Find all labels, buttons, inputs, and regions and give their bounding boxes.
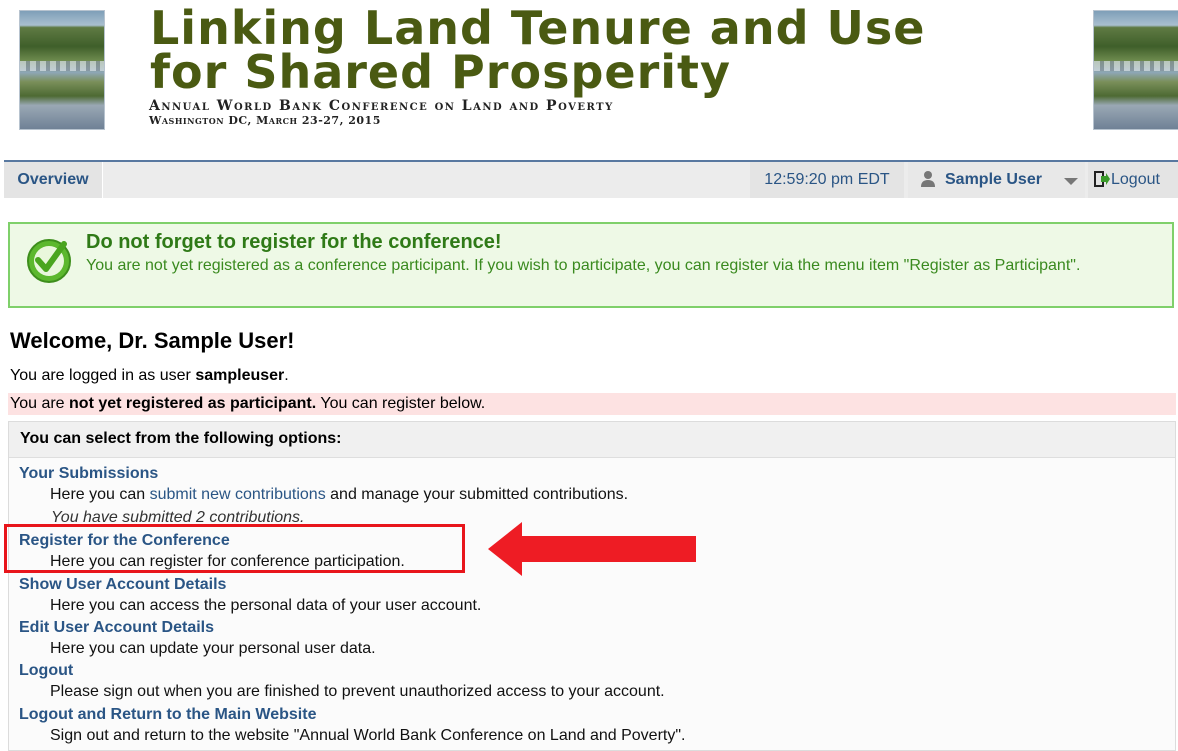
user-menu[interactable]: Sample User [908,162,1085,198]
show-account-details-link[interactable]: Show User Account Details [19,576,226,594]
server-clock: 12:59:20 pm EDT [750,162,904,198]
highlight-box [4,524,465,573]
banner-photo-left [19,10,105,130]
user-icon [921,171,935,187]
submissions-description: Here you can submit new contributions an… [50,486,628,504]
username: sampleuser [195,367,285,384]
banner-subtitle: Annual World Bank Conference on Land and… [149,98,614,114]
options-header: You can select from the following option… [9,422,1175,458]
registration-warning: You are not yet registered as participan… [8,393,1176,415]
chevron-down-icon [1064,178,1078,185]
submissions-desc-prefix: Here you can [50,486,150,503]
welcome-heading: Welcome, Dr. Sample User! [10,328,295,353]
logout-label: Logout [1111,171,1160,188]
logout-return-link[interactable]: Logout and Return to the Main Website [19,706,316,724]
checkmark-icon [27,239,71,283]
submit-new-contributions-link[interactable]: submit new contributions [150,486,326,503]
nav-overview-link[interactable]: Overview [4,162,103,198]
warning-bold: not yet registered as participant. [69,395,317,412]
notice-title: Do not forget to register for the confer… [86,231,502,253]
registration-notice: Do not forget to register for the confer… [8,222,1174,308]
arrow-left-icon [488,522,696,576]
submissions-desc-suffix: and manage your submitted contributions. [325,486,629,503]
show-account-description: Here you can access the personal data of… [50,597,482,614]
login-status-suffix: . [284,367,289,384]
logout-return-description: Sign out and return to the website "Annu… [50,727,686,744]
banner-title-line2: for Shared Prosperity [150,45,731,99]
your-submissions-link[interactable]: Your Submissions [19,465,158,483]
banner-dates: Washington DC, March 23-27, 2015 [149,114,381,127]
edit-account-description: Here you can update your personal user d… [50,640,376,657]
logout-description: Please sign out when you are finished to… [50,683,665,700]
top-nav-bar: Overview 12:59:20 pm EDT Sample User Log… [4,160,1178,198]
user-name: Sample User [945,171,1042,188]
login-status: You are logged in as user sampleuser. [10,367,289,385]
notice-body: You are not yet registered as a conferen… [86,257,1081,274]
banner-photo-right [1093,10,1178,130]
warning-prefix: You are [10,395,70,412]
warning-suffix: You can register below. [316,395,486,412]
logout-button[interactable]: Logout [1088,162,1178,198]
options-panel: You can select from the following option… [8,421,1176,751]
logout-link[interactable]: Logout [19,662,73,680]
login-status-prefix: You are logged in as user [10,367,196,384]
logout-icon [1094,171,1110,187]
conference-banner: Linking Land Tenure and Use for Shared P… [0,0,1178,150]
edit-account-details-link[interactable]: Edit User Account Details [19,619,214,637]
